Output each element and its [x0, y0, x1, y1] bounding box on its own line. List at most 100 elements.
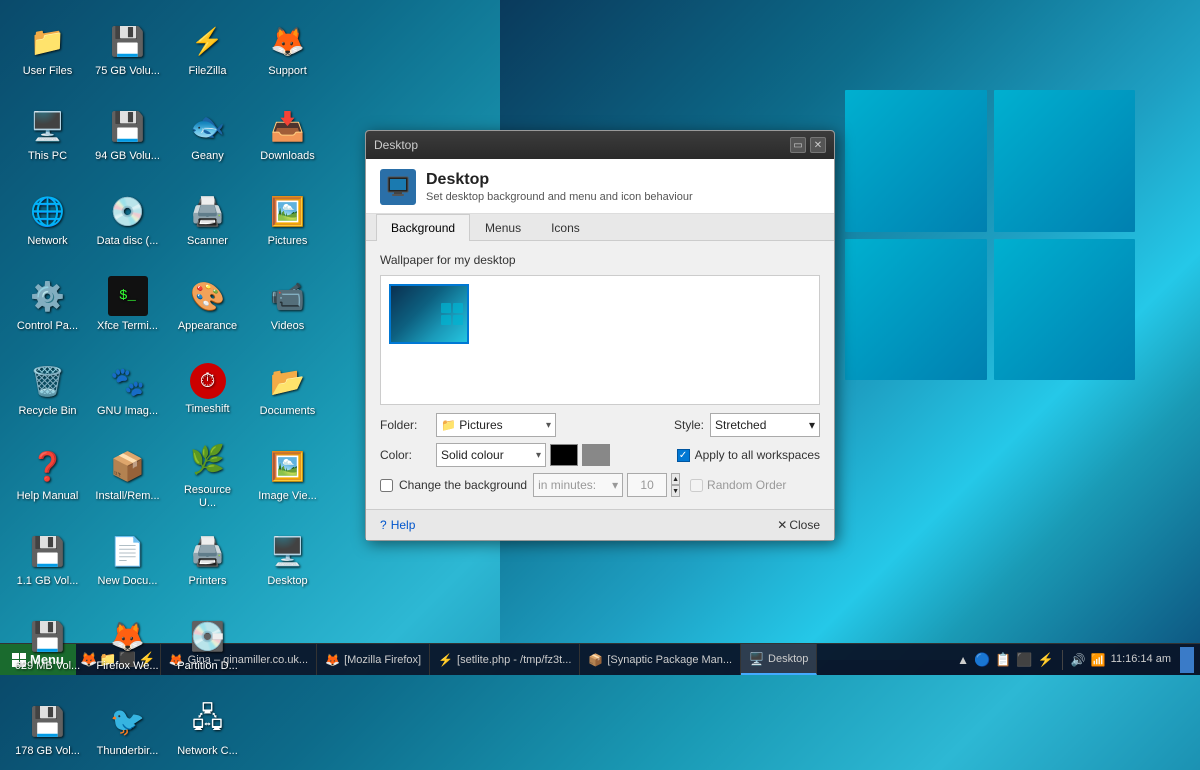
icon-partition-d[interactable]: 💽 Partition D... [170, 605, 245, 685]
icon-data-disc[interactable]: 💿 Data disc (... [90, 180, 165, 260]
icon-filezilla[interactable]: ⚡ FileZilla [170, 10, 245, 90]
icon-appearance[interactable]: 🎨 Appearance [170, 265, 245, 345]
folder-label: Folder: [380, 418, 432, 432]
change-background-checkbox[interactable] [380, 479, 393, 492]
icon-image-viewer[interactable]: 🖼️ Image Vie... [250, 435, 325, 515]
icon-firefox[interactable]: 🦊 Firefox We... [90, 605, 165, 685]
close-button[interactable]: ✕ Close [777, 518, 820, 532]
folder-select[interactable]: 📁 Pictures ▾ [436, 413, 556, 437]
dialog-footer: ? Help ✕ Close [366, 509, 834, 540]
minutes-spinner[interactable]: ▲ ▼ [671, 473, 680, 497]
spin-up[interactable]: ▲ [671, 473, 680, 485]
taskbar-item-desktop[interactable]: 🖥️ Desktop [741, 644, 817, 675]
icon-vol-178[interactable]: 💾 178 GB Vol... [10, 690, 85, 770]
help-button[interactable]: ? Help [380, 518, 415, 532]
icon-desktop[interactable]: 🖥️ Desktop [250, 520, 325, 600]
show-desktop-button[interactable] [1180, 647, 1194, 673]
icon-documents[interactable]: 📂 Documents [250, 350, 325, 430]
icon-xfce-terminal[interactable]: $_ Xfce Termi... [90, 265, 165, 345]
tab-background[interactable]: Background [376, 214, 470, 241]
apply-all-checkbox[interactable]: ✓ [677, 449, 690, 462]
icon-control-panel[interactable]: ⚙️ Control Pa... [10, 265, 85, 345]
taskbar-item-desktop-label: Desktop [768, 653, 808, 665]
icon-scanner[interactable]: 🖨️ Scanner [170, 180, 245, 260]
dialog-header-icon [380, 169, 416, 205]
wallpaper-section-label: Wallpaper for my desktop [380, 253, 820, 267]
apply-all-container: ✓ Apply to all workspaces [677, 448, 820, 462]
icon-thunderbird[interactable]: 🐦 Thunderbir... [90, 690, 165, 770]
system-tray: ▲ 🔵 📋 ⬛ ⚡ 🔊 📶 11:16:14 am [951, 647, 1200, 673]
random-order-checkbox[interactable] [690, 479, 703, 492]
taskbar-clock[interactable]: 11:16:14 am [1111, 652, 1171, 666]
taskbar-item-desktop-icon: 🖥️ [749, 652, 764, 666]
icon-vol-94[interactable]: 💾 94 GB Volu... [90, 95, 165, 175]
icon-network[interactable]: 🌐 Network [10, 180, 85, 260]
icon-timeshift[interactable]: ⏱ Timeshift [170, 350, 245, 430]
dialog-tabs: Background Menus Icons [366, 214, 834, 241]
color-swatch-black[interactable] [550, 444, 578, 466]
dialog-close-button[interactable]: ✕ [810, 137, 826, 153]
tray-icon-2[interactable]: 📋 [995, 652, 1011, 668]
taskbar-item-setlite-icon: ⚡ [438, 653, 453, 667]
win-pane-br [994, 239, 1136, 381]
icon-gnu-image[interactable]: 🐾 GNU Imag... [90, 350, 165, 430]
icon-network-c[interactable]: 🖧 Network C... [170, 690, 245, 770]
icon-resource-u[interactable]: 🌿 Resource U... [170, 435, 245, 515]
tab-icons[interactable]: Icons [536, 214, 595, 241]
minutes-value: 10 [627, 473, 667, 497]
wallpaper-preview [391, 286, 467, 342]
tray-divider [1062, 650, 1063, 670]
dialog-content: Wallpaper for my desktop [366, 241, 834, 509]
icon-downloads[interactable]: 📥 Downloads [250, 95, 325, 175]
win-pane-bl [845, 239, 987, 381]
tray-up-arrow[interactable]: ▲ [957, 653, 969, 667]
icon-vol-629[interactable]: 💾 629 MB Vol... [10, 605, 85, 685]
icon-help-manual[interactable]: ❓ Help Manual [10, 435, 85, 515]
taskbar-item-mozilla-label: [Mozilla Firefox] [344, 654, 421, 666]
windows-logo [845, 90, 1135, 380]
dialog-header: Desktop Set desktop background and menu … [366, 159, 834, 214]
color-select[interactable]: Solid colour ▾ [436, 443, 546, 467]
tray-icon-1[interactable]: 🔵 [974, 652, 990, 668]
taskbar-item-mozilla[interactable]: 🦊 [Mozilla Firefox] [317, 644, 430, 675]
dialog-title: Desktop [374, 138, 418, 152]
icon-videos[interactable]: 📹 Videos [250, 265, 325, 345]
icon-this-pc[interactable]: 🖥️ This PC [10, 95, 85, 175]
taskbar-item-setlite-label: [setlite.php - /tmp/fz3t... [457, 654, 571, 666]
tray-network-icon[interactable]: 📶 [1091, 653, 1106, 667]
icon-empty-slot [250, 605, 325, 685]
dialog-restore-button[interactable]: ▭ [790, 137, 806, 153]
icon-vol-1-1[interactable]: 💾 1.1 GB Vol... [10, 520, 85, 600]
tray-volume-icon[interactable]: 🔊 [1071, 653, 1086, 667]
taskbar-item-synaptic[interactable]: 📦 [Synaptic Package Man... [580, 644, 741, 675]
icon-support[interactable]: 🦊 Support [250, 10, 325, 90]
dialog-header-subtitle: Set desktop background and menu and icon… [426, 191, 693, 203]
tray-icon-3[interactable]: ⬛ [1016, 652, 1032, 668]
icon-install-remove[interactable]: 📦 Install/Rem... [90, 435, 165, 515]
win-pane-tr [994, 90, 1136, 232]
taskbar-time: 11:16:14 am [1111, 652, 1171, 666]
tray-icon-4[interactable]: ⚡ [1038, 652, 1054, 668]
taskbar-item-setlite[interactable]: ⚡ [setlite.php - /tmp/fz3t... [430, 644, 580, 675]
dialog-header-title: Desktop [426, 171, 693, 189]
help-icon: ? [380, 518, 387, 532]
color-swatch-gray[interactable] [582, 444, 610, 466]
icon-recycle-bin[interactable]: 🗑️ Recycle Bin [10, 350, 85, 430]
apply-all-label: Apply to all workspaces [695, 448, 820, 462]
style-select[interactable]: Stretched ▾ [710, 413, 820, 437]
folder-style-row: Folder: 📁 Pictures ▾ Style: Stretched ▾ [380, 413, 820, 437]
style-label: Style: [674, 418, 704, 432]
icon-new-doc[interactable]: 📄 New Docu... [90, 520, 165, 600]
taskbar-item-synaptic-icon: 📦 [588, 653, 603, 667]
icon-vol-75[interactable]: 💾 75 GB Volu... [90, 10, 165, 90]
wallpaper-thumb-selected[interactable] [389, 284, 469, 344]
icon-geany[interactable]: 🐟 Geany [170, 95, 245, 175]
spin-down[interactable]: ▼ [671, 485, 680, 497]
taskbar-item-mozilla-icon: 🦊 [325, 653, 340, 667]
icon-printers[interactable]: 🖨️ Printers [170, 520, 245, 600]
icon-pictures[interactable]: 🖼️ Pictures [250, 180, 325, 260]
icon-user-files[interactable]: 📁 User Files [10, 10, 85, 90]
color-select-arrow: ▾ [536, 450, 541, 461]
wallpaper-grid[interactable] [380, 275, 820, 405]
tab-menus[interactable]: Menus [470, 214, 536, 241]
